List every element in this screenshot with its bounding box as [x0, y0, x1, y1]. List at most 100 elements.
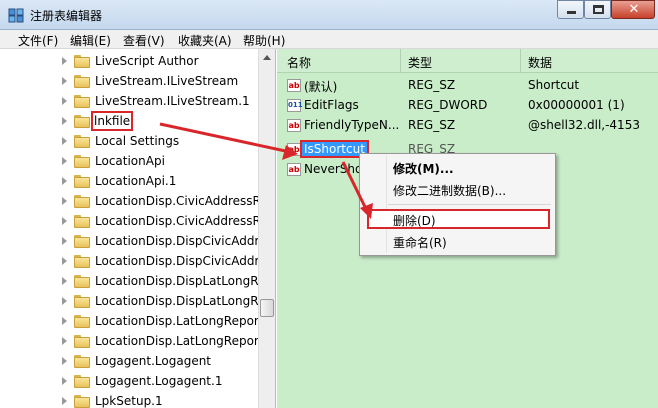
menu-edit[interactable]: 编辑(E)	[70, 32, 111, 49]
expand-arrow-icon[interactable]	[62, 97, 67, 105]
title-bar: 注册表编辑器 ✕	[0, 0, 658, 30]
expand-arrow-icon[interactable]	[62, 337, 67, 345]
tree-item[interactable]: LocationDisp.CivicAddressRe	[0, 192, 268, 212]
folder-icon	[74, 375, 90, 388]
expand-arrow-icon[interactable]	[62, 137, 67, 145]
menu-file[interactable]: 文件(F)	[18, 32, 58, 49]
value-data: Shortcut	[528, 78, 580, 92]
tree-item[interactable]: LpkSetup.1	[0, 392, 258, 408]
window-title: 注册表编辑器	[30, 9, 103, 23]
tree-item-lnkfile[interactable]: lnkfile	[0, 111, 258, 132]
value-type: REG_DWORD	[408, 98, 488, 112]
tree-item[interactable]: LiveScript Author	[0, 52, 258, 72]
menu-favorites[interactable]: 收藏夹(A)	[178, 32, 232, 49]
tree-item-label: Logagent.Logagent	[95, 354, 212, 368]
tree-item-label: LocationDisp.DispLatLongRe	[95, 274, 266, 288]
folder-icon	[74, 115, 90, 128]
value-name: IsShortcut	[300, 140, 369, 158]
column-header-name[interactable]: 名称	[287, 54, 311, 71]
tree-item-label: Local Settings	[95, 134, 180, 148]
folder-icon	[74, 395, 90, 408]
tree-item[interactable]: LocationApi	[0, 152, 258, 172]
tree-item[interactable]: LocationDisp.LatLongReport	[0, 312, 264, 332]
minimize-button[interactable]	[557, 0, 584, 19]
value-row[interactable]: 011 EditFlags REG_DWORD 0x00000001 (1)	[277, 96, 658, 116]
value-name: EditFlags	[304, 98, 359, 112]
value-name: (默认)	[304, 80, 338, 94]
expand-arrow-icon[interactable]	[62, 377, 67, 385]
expand-arrow-icon[interactable]	[62, 57, 67, 65]
expand-arrow-icon[interactable]	[62, 217, 67, 225]
tree-item[interactable]: LiveStream.ILiveStream	[0, 72, 258, 92]
folder-icon	[74, 315, 90, 328]
tree-item-label: LocationDisp.DispLatLongRe	[95, 294, 266, 308]
tree-item-label: LocationDisp.LatLongReport	[95, 334, 264, 348]
string-value-icon: ab	[287, 163, 301, 176]
menu-gutter-divider	[386, 156, 387, 253]
expand-arrow-icon[interactable]	[62, 177, 67, 185]
folder-icon	[74, 235, 90, 248]
menu-view[interactable]: 查看(V)	[123, 32, 165, 49]
expand-arrow-icon[interactable]	[62, 157, 67, 165]
tree-item[interactable]: LocationApi.1	[0, 172, 258, 192]
tree-item[interactable]: Logagent.Logagent.1	[0, 372, 258, 392]
expand-arrow-icon[interactable]	[62, 297, 67, 305]
menu-item-delete[interactable]: 删除(D)	[393, 212, 436, 229]
value-type: REG_SZ	[408, 118, 456, 132]
tree-item[interactable]: LocationDisp.DispCivicAddre	[0, 232, 267, 252]
context-menu: 修改(M)... 修改二进制数据(B)... 删除(D) 重命名(R)	[359, 153, 556, 256]
menu-item-modify-binary[interactable]: 修改二进制数据(B)...	[393, 182, 506, 199]
tree-item[interactable]: LocationDisp.LatLongReport	[0, 332, 264, 352]
menu-bar: 文件(F) 编辑(E) 查看(V) 收藏夹(A) 帮助(H)	[0, 30, 658, 49]
value-type: REG_SZ	[408, 78, 456, 92]
maximize-icon	[593, 5, 604, 14]
tree-item-label: LiveScript Author	[95, 54, 199, 68]
scrollbar-thumb[interactable]	[260, 299, 274, 317]
value-row[interactable]: ab FriendlyTypeN... REG_SZ @shell32.dll,…	[277, 116, 658, 136]
expand-arrow-icon[interactable]	[62, 117, 67, 125]
registry-key-tree[interactable]: LiveScript Author LiveStream.ILiveStream…	[0, 49, 276, 408]
folder-icon	[74, 215, 90, 228]
close-icon: ✕	[628, 2, 640, 17]
folder-icon	[74, 75, 90, 88]
tree-item-label: LocationDisp.DispCivicAddre	[95, 234, 267, 248]
maximize-button[interactable]	[584, 0, 611, 19]
tree-item[interactable]: Logagent.Logagent	[0, 352, 258, 372]
expand-arrow-icon[interactable]	[62, 77, 67, 85]
folder-icon	[74, 255, 90, 268]
folder-icon	[74, 95, 90, 108]
column-header-data[interactable]: 数据	[528, 54, 552, 71]
column-header-type[interactable]: 类型	[408, 54, 432, 71]
tree-item-label: Logagent.Logagent.1	[95, 374, 223, 388]
expand-arrow-icon[interactable]	[62, 357, 67, 365]
tree-scrollbar[interactable]	[258, 49, 275, 408]
tree-item[interactable]: LocationDisp.DispLatLongRe	[0, 292, 265, 312]
expand-arrow-icon[interactable]	[62, 317, 67, 325]
tree-item-label: lnkfile	[90, 111, 134, 131]
scroll-up-arrow-icon[interactable]	[259, 49, 275, 66]
menu-help[interactable]: 帮助(H)	[243, 32, 285, 49]
close-button[interactable]: ✕	[611, 0, 655, 19]
tree-item[interactable]: LiveStream.ILiveStream.1	[0, 92, 258, 112]
value-name: FriendlyTypeN...	[304, 118, 400, 132]
tree-item[interactable]: LocationDisp.DispCivicAddre	[0, 252, 267, 272]
tree-item[interactable]: LocationDisp.CivicAddressRe	[0, 212, 268, 232]
expand-arrow-icon[interactable]	[62, 197, 67, 205]
expand-arrow-icon[interactable]	[62, 397, 67, 405]
value-row[interactable]: ab (默认) REG_SZ Shortcut	[277, 76, 658, 96]
tree-item[interactable]: LocationDisp.DispLatLongRe	[0, 272, 265, 292]
column-header-row: 名称 类型 数据	[277, 49, 658, 73]
expand-arrow-icon[interactable]	[62, 277, 67, 285]
string-value-icon: ab	[287, 119, 301, 132]
folder-icon	[74, 135, 90, 148]
menu-item-modify[interactable]: 修改(M)...	[393, 160, 454, 177]
menu-item-rename[interactable]: 重命名(R)	[393, 234, 447, 251]
folder-icon	[74, 175, 90, 188]
binary-value-icon: 011	[287, 99, 303, 112]
tree-item-label: LocationApi	[95, 154, 165, 168]
expand-arrow-icon[interactable]	[62, 257, 67, 265]
folder-icon	[74, 55, 90, 68]
folder-icon	[74, 295, 90, 308]
tree-item[interactable]: Local Settings	[0, 132, 258, 152]
expand-arrow-icon[interactable]	[62, 237, 67, 245]
